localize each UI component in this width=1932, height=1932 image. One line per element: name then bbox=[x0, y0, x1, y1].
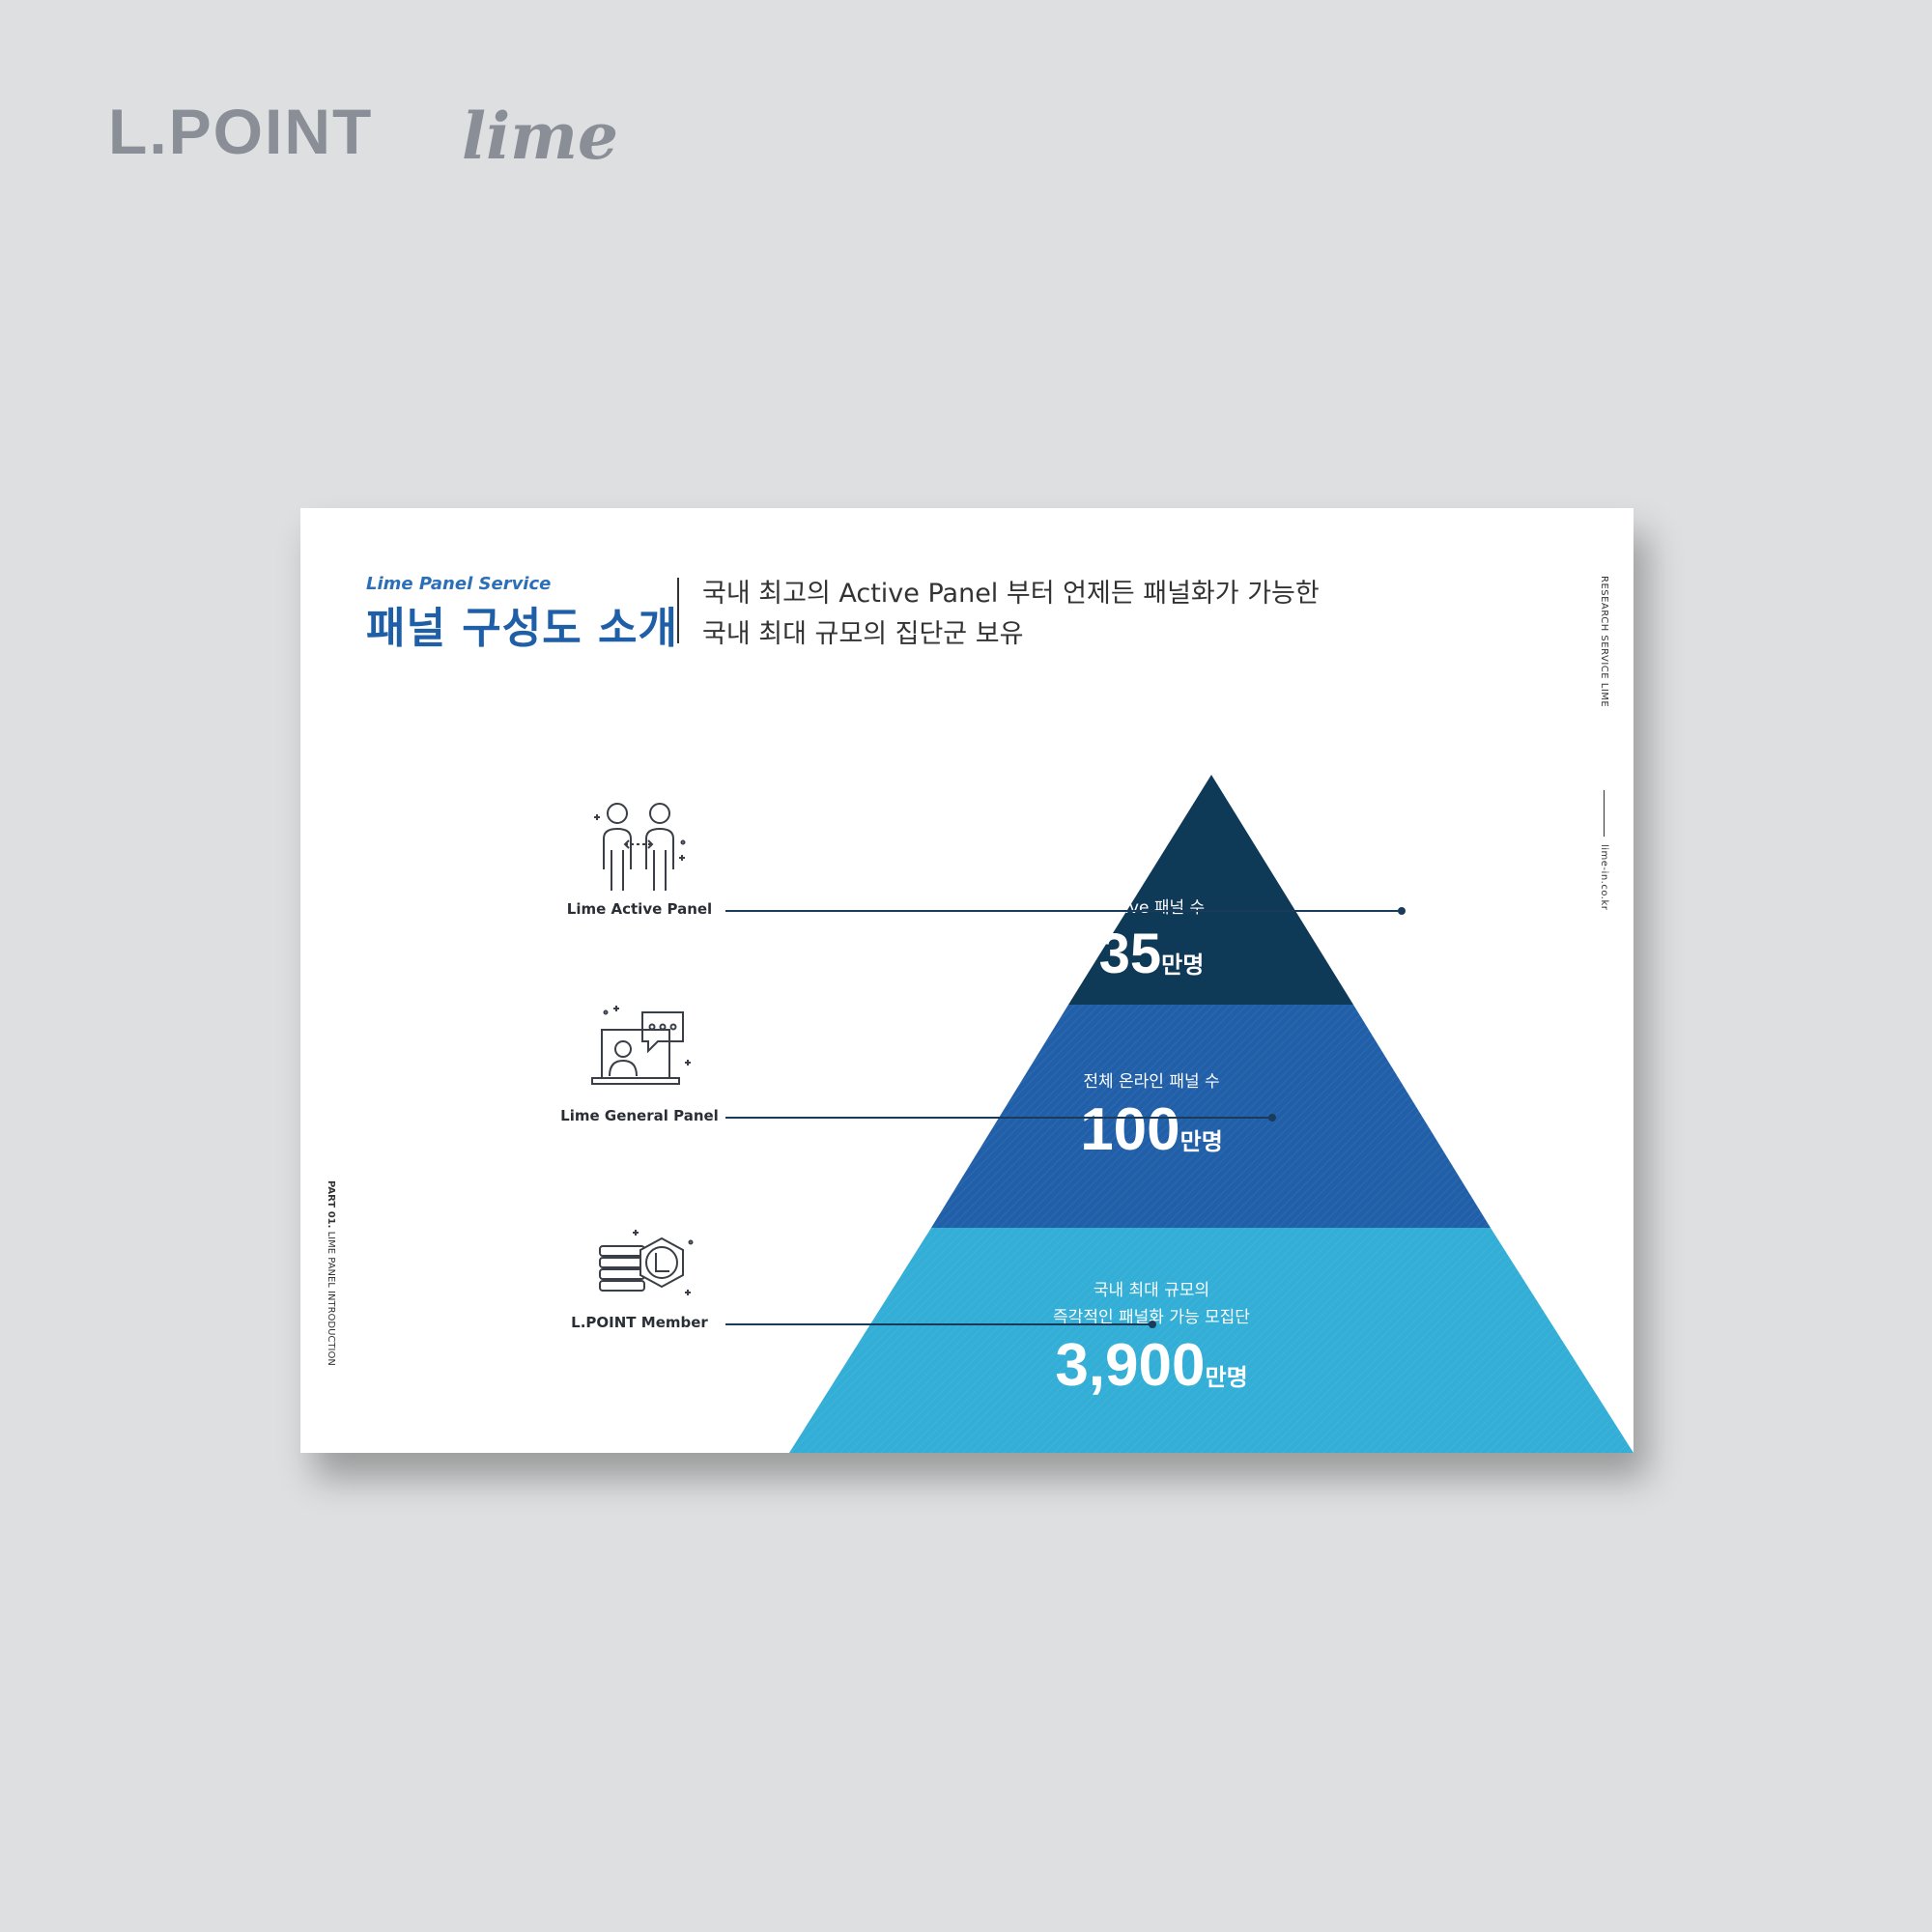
tier-general-label: 전체 온라인 패널 수 bbox=[1083, 1072, 1220, 1092]
tier-member-value: 3,900 bbox=[1055, 1332, 1206, 1399]
legend-label-member: L.POINT Member bbox=[571, 1314, 708, 1331]
laptop-chat-icon bbox=[591, 1006, 691, 1085]
coins-l-badge-icon bbox=[599, 1230, 694, 1295]
slide-card: Lime Panel Service 패널 구성도 소개 국내 최고의 Acti… bbox=[300, 508, 1634, 1453]
tier-active-unit: 만명 bbox=[1161, 952, 1205, 979]
tier-general-unit: 만명 bbox=[1179, 1128, 1223, 1155]
tier-active-value: 35 bbox=[1098, 923, 1162, 985]
people-exchange-icon bbox=[594, 803, 686, 891]
tier-active-text: Active 패널 수 35만명 bbox=[1037, 895, 1265, 986]
pyramid-diagram bbox=[789, 775, 1634, 1453]
leader-line-general bbox=[725, 1117, 1272, 1119]
leader-dot-active bbox=[1398, 907, 1406, 915]
leader-dot-general bbox=[1268, 1114, 1276, 1122]
leader-dot-member bbox=[1149, 1321, 1156, 1328]
tier-member-label-1: 국내 최대 규모의 bbox=[1093, 1281, 1210, 1300]
leader-line-active bbox=[725, 910, 1402, 912]
legend-label-general: Lime General Panel bbox=[560, 1107, 719, 1124]
leader-line-member bbox=[725, 1323, 1152, 1325]
tier-member-text: 국내 최대 규모의 즉각적인 패널화 가능 모집단 3,900만명 bbox=[980, 1277, 1323, 1400]
tier-member-unit: 만명 bbox=[1205, 1364, 1248, 1391]
legend-label-active: Lime Active Panel bbox=[566, 900, 713, 918]
tier-general-value: 100 bbox=[1080, 1096, 1180, 1163]
lpoint-logo: L.POINT bbox=[108, 96, 374, 167]
lime-logo: lime bbox=[462, 99, 618, 174]
tier-active-label: Active 패널 수 bbox=[1097, 898, 1206, 918]
